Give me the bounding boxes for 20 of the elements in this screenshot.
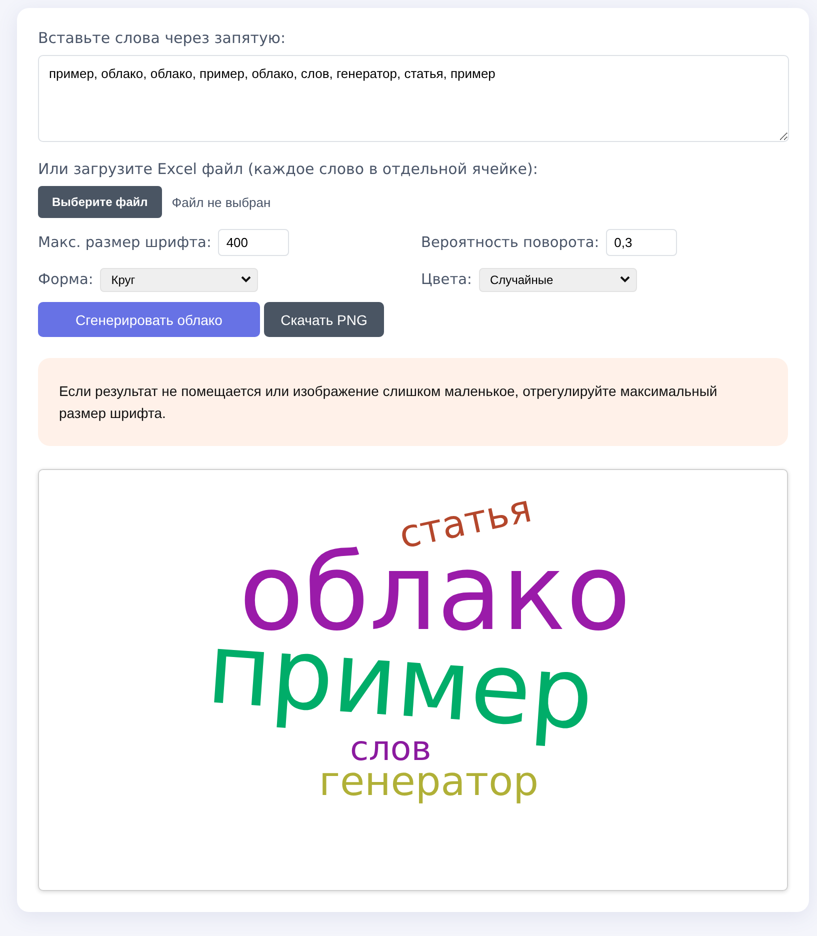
field-label: Вставьте слова через запятую: <box>38 29 287 47</box>
input-field[interactable]: 400 <box>218 229 290 256</box>
input-field[interactable]: 0,3 <box>606 229 678 256</box>
dropdown[interactable]: Случайные <box>478 268 637 292</box>
chevron-down-icon <box>620 276 630 283</box>
words-field[interactable]: пример, облако, облако, пример, облако, слов, генератор, статья, пример <box>38 55 789 142</box>
setting-label: Макс. размер шрифта: <box>38 234 212 250</box>
setting-label: Форма: <box>38 272 94 288</box>
cloud-word: генератор <box>319 762 538 802</box>
file-status: Файл не выбран <box>172 194 271 210</box>
download-button[interactable]: Скачать PNG <box>264 302 384 337</box>
generate-button[interactable]: Сгенерировать облако <box>38 302 260 337</box>
cloud-word: статья <box>396 489 535 554</box>
setting-label: Цвета: <box>421 272 472 288</box>
field-label: Или загрузите Excel файл (каждое слово в отдельной ячейке): <box>38 160 539 178</box>
notice-text: Если результат не помещается или изображение слишком маленькое, отрегулируйте максимальный размер шрифта. <box>59 383 718 421</box>
choose-file-button[interactable]: Выберите файл <box>38 186 162 218</box>
setting-label: Вероятность поворота: <box>421 234 600 250</box>
dropdown[interactable]: Круг <box>100 268 258 292</box>
chevron-down-icon <box>241 276 252 283</box>
